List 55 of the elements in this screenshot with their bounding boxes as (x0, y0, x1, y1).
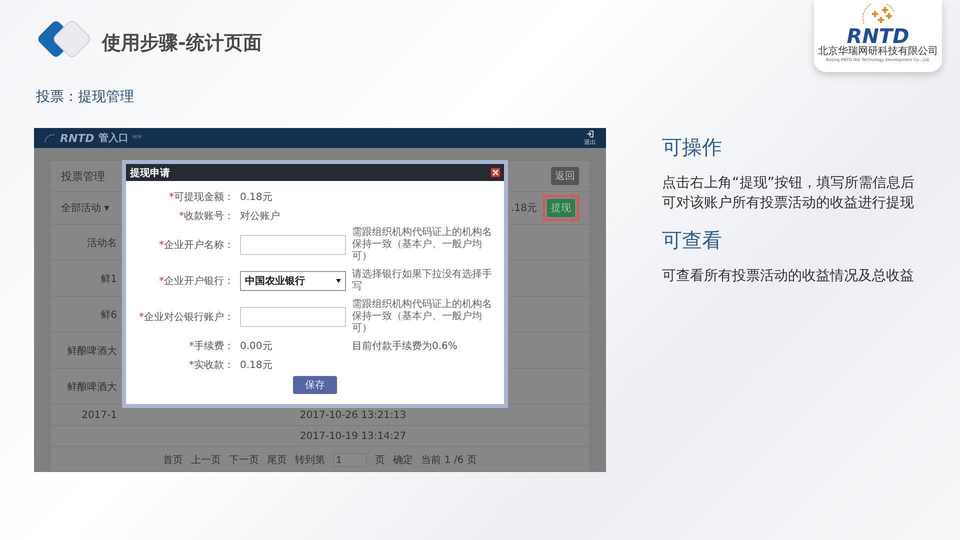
last-page-link[interactable]: 尾页 (267, 453, 288, 467)
received-value: 0.18元 (240, 359, 274, 372)
text-input-field[interactable] (240, 307, 346, 327)
goto-label: 转到第 (295, 454, 326, 467)
slide-title: 使用步骤-统计页面 (102, 31, 262, 56)
field-hint: 需跟组织机构代码证上的机构名保持一致（基本户、一般户均可） (352, 227, 493, 263)
table-cell: 鲜酿啤酒大 (67, 346, 117, 356)
table-cell: 活动名 (87, 238, 117, 248)
balance-text: .18元 (511, 202, 537, 215)
table-cell: 2017-10-19 13:14:27 (300, 430, 406, 442)
dialog-title: 提现申请 (130, 166, 170, 180)
info-label: *可提现金额： (168, 190, 234, 204)
field-label: *企业开户名称： (158, 238, 234, 252)
confirm-link[interactable]: 确定 (393, 453, 414, 467)
save-button[interactable]: 保存 (293, 376, 337, 394)
page-title: 投票管理 (61, 168, 105, 184)
header-product: 管入口 (98, 132, 128, 145)
logout-icon (586, 130, 594, 138)
fee-value: 0.00元 (240, 340, 274, 353)
info-label: *收款账号： (178, 210, 234, 223)
table-cell: 鲜6 (100, 310, 117, 320)
withdraw-button[interactable]: 提现 (547, 199, 575, 217)
close-icon[interactable] (491, 168, 500, 177)
section-subtitle: 投票：提现管理 (36, 88, 135, 107)
note-heading: 可查看 (662, 227, 723, 254)
current-page-text: 当前 1 /6 页 (421, 454, 477, 467)
page-unit: 页 (375, 454, 386, 467)
info-value: 对公账户 (240, 210, 281, 223)
field-hint: 需跟组织机构代码证上的机构名保持一致（基本户、一般户均可） (352, 299, 493, 335)
back-button[interactable]: 返回 (551, 167, 579, 185)
page-input-field[interactable]: 1 (333, 453, 368, 467)
info-value: 0.18元 (240, 191, 274, 204)
field-hint: 请选择银行如果下拉没有选择手写 (352, 269, 493, 293)
first-page-link[interactable]: 首页 (163, 453, 184, 467)
note-heading: 可操作 (662, 134, 723, 161)
table-cell: 2017-10-26 13:21:13 (300, 410, 406, 420)
table-cell: 鲜酿啤酒大 (67, 382, 117, 392)
field-label: *企业对公银行账户： (138, 310, 234, 324)
received-label: *实收款： (188, 358, 234, 372)
note-text: 可查看所有投票活动的收益情况及总收益 (662, 267, 915, 286)
activity-filter[interactable]: 全部活动 ▾ (61, 201, 110, 215)
fee-label: *手续费： (188, 340, 234, 353)
logo-brand: RNTD (846, 26, 910, 46)
note-text: 点击右上角“提现”按钮，填写所需信息后可对该账户所有投票活动的收益进行提现 (662, 174, 916, 213)
fee-note: 目前付款手续费为0.6% (352, 340, 458, 353)
field-label: *企业开户银行： (158, 274, 234, 288)
text-input-field[interactable] (240, 235, 346, 255)
company-name: 北京华瑞网研科技有限公司 (818, 46, 938, 57)
bank-select[interactable]: 中国农业银行 (240, 271, 346, 291)
prev-page-link[interactable]: 上一页 (191, 453, 222, 467)
next-page-link[interactable]: 下一页 (229, 453, 260, 467)
caret-icon (336, 279, 341, 283)
table-cell: 2017-1 (82, 410, 117, 420)
table-cell: 鲜1 (100, 274, 117, 284)
header-brand: RNTD (60, 132, 94, 144)
